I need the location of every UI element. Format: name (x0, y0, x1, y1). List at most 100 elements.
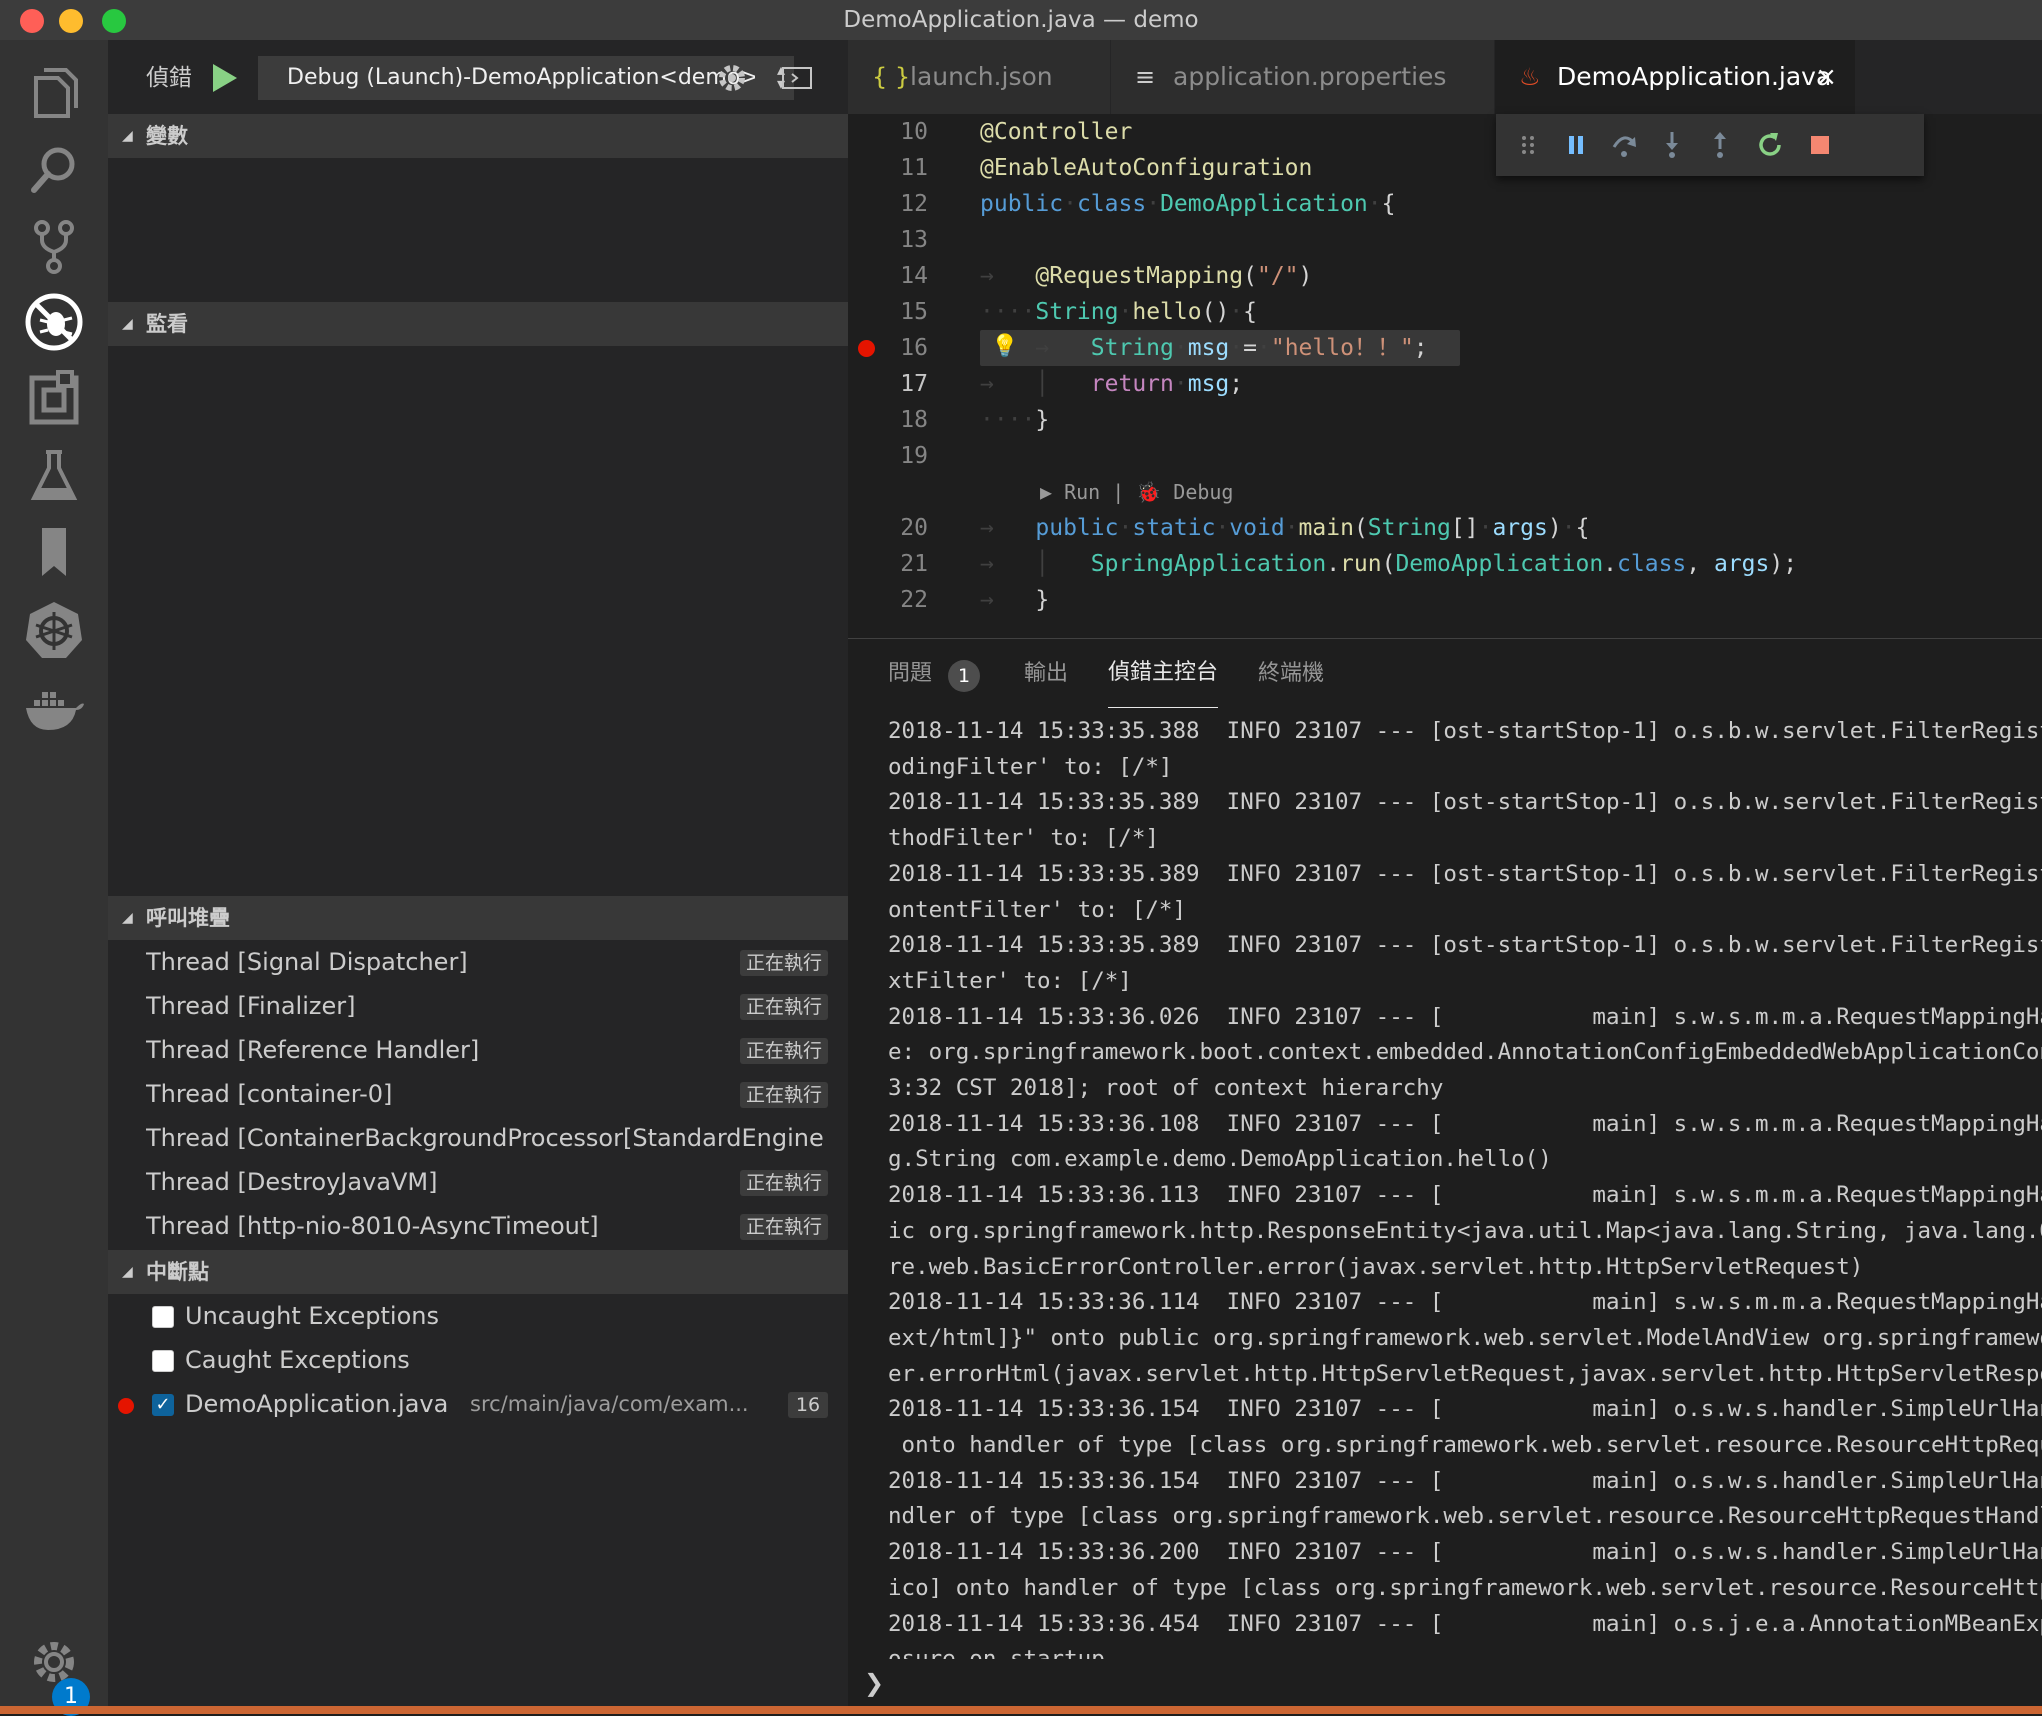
code-text: ····} (980, 407, 1050, 433)
code-editor[interactable]: 10 @Controller 11 @EnableAutoConfigurati… (848, 114, 2042, 638)
thread-row[interactable]: Thread [Reference Handler] 正在執行 (108, 1028, 848, 1072)
run-debug-codelens[interactable]: ▶ Run | 🐞 Debug (1040, 474, 1233, 510)
console-log-line: ico] onto handler of type [class org.spr… (888, 1574, 2042, 1601)
tab-terminal[interactable]: 終端機 (1258, 639, 1324, 709)
thread-status-badge: 正在執行 (739, 1214, 828, 1240)
console-log-line: e: org.springframework.boot.context.embe… (888, 1039, 2042, 1066)
code-text: → │ return·msg; (980, 371, 1244, 397)
source-control-icon[interactable] (22, 214, 86, 278)
callstack-section-title: 呼叫堆疊 (146, 906, 230, 930)
line-number: 10 (900, 119, 928, 145)
code-line: 21 → │ SpringApplication.run(DemoApplica… (848, 546, 2042, 582)
line-number: 20 (900, 515, 928, 541)
tab-output[interactable]: 輸出 (1024, 639, 1068, 709)
code-text: → String·msg·=·"hello！！"; (980, 335, 1428, 361)
code-line-breakpoint: 16 💡 → String·msg·=·"hello！！"; (848, 330, 2042, 366)
tab-label: DemoApplication.java (1557, 62, 1832, 91)
kubernetes-icon[interactable] (22, 598, 86, 662)
breakpoint-row-caught-exceptions[interactable]: Caught Exceptions (108, 1338, 848, 1382)
watch-section-title: 監看 (146, 312, 188, 336)
code-line: 13 (848, 222, 2042, 258)
console-log-line: onto handler of type [class org.springfr… (901, 1432, 2042, 1458)
console-log-line: 2018-11-14 15:33:36.108 INFO 23107 --- [… (888, 1110, 2042, 1137)
line-number: 19 (900, 443, 928, 469)
thread-row[interactable]: Thread [http-nio-8010-AsyncTimeout] 正在執行 (108, 1204, 848, 1248)
docker-icon[interactable] (22, 676, 86, 740)
console-log-line: ext/html]}" onto public org.springframew… (888, 1324, 2042, 1351)
line-number: 22 (900, 587, 928, 613)
code-text: public·class·DemoApplication·{ (980, 191, 1396, 217)
console-log-line: re.web.BasicErrorController.error(javax.… (888, 1253, 1864, 1280)
panel-tab-bar: 問題 1 輸出 偵錯主控台 終端機 (848, 639, 2042, 709)
breakpoint-row-demoapplication[interactable]: ✓ DemoApplication.java src/main/java/com… (108, 1382, 848, 1426)
window-title: DemoApplication.java — demo (843, 7, 1199, 33)
thread-row[interactable]: Thread [ContainerBackgroundProcessor[Sta… (108, 1116, 848, 1160)
title-bar: DemoApplication.java — demo (0, 0, 2042, 41)
codelens-row: ▶ Run | 🐞 Debug (848, 474, 2042, 510)
demoapplication-breakpoint-checkbox[interactable]: ✓ (152, 1394, 174, 1416)
floating-debug-toolbar (1496, 114, 1924, 176)
console-log-line: 2018-11-14 15:33:36.454 INFO 23107 --- [… (888, 1610, 2042, 1637)
breakpoint-row-uncaught-exceptions[interactable]: Uncaught Exceptions (108, 1294, 848, 1338)
thread-status-badge: 正在執行 (739, 1038, 828, 1064)
drag-handle-icon[interactable] (1512, 129, 1544, 161)
files-icon[interactable] (22, 62, 86, 126)
tab-debug-console[interactable]: 偵錯主控台 (1108, 639, 1219, 708)
console-log-line: ndler of type [class org.springframework… (888, 1503, 2042, 1530)
debug-icon[interactable] (22, 290, 86, 354)
line-number: 21 (900, 551, 928, 577)
code-line: 12 public·class·DemoApplication·{ (848, 186, 2042, 222)
tab-launch-json[interactable]: { } launch.json (848, 40, 1111, 114)
breakpoint-line-badge: 16 (788, 1392, 828, 1418)
watch-section-header[interactable]: ◢ 監看 (108, 302, 848, 346)
start-debugging-button[interactable] (205, 60, 241, 96)
code-line: 19 (848, 438, 2042, 474)
bookmark-icon[interactable] (22, 520, 86, 584)
search-icon[interactable] (22, 138, 86, 202)
extensions-icon[interactable] (22, 368, 86, 432)
open-debug-console-button[interactable] (780, 62, 814, 94)
stop-button[interactable] (1804, 129, 1836, 161)
code-line: 14 → @RequestMapping("/") (848, 258, 2042, 294)
step-over-button[interactable] (1608, 129, 1640, 161)
variables-section-title: 變數 (146, 124, 188, 148)
tab-problems[interactable]: 問題 (888, 639, 932, 709)
close-tab-icon[interactable]: × (1815, 40, 1837, 114)
line-number: 13 (900, 227, 928, 253)
callstack-section-header[interactable]: ◢ 呼叫堆疊 (108, 896, 848, 940)
thread-row[interactable]: Thread [DestroyJavaVM] 正在執行 (108, 1160, 848, 1204)
thread-row[interactable]: Thread [Finalizer] 正在執行 (108, 984, 848, 1028)
step-out-button[interactable] (1704, 129, 1736, 161)
code-line: 20 → public·static·void·main(String[]·ar… (848, 510, 2042, 546)
console-log-line: xtFilter' to: [/*] (888, 967, 1132, 994)
tab-application-properties[interactable]: ≡ application.properties (1111, 40, 1495, 114)
test-flask-icon[interactable] (22, 444, 86, 508)
thread-row[interactable]: Thread [Signal Dispatcher] 正在執行 (108, 940, 848, 984)
restart-button[interactable] (1754, 129, 1786, 161)
problems-count-badge: 1 (948, 660, 980, 692)
repl-prompt-icon[interactable]: ❯ (864, 1669, 884, 1697)
step-into-button[interactable] (1656, 129, 1688, 161)
variables-section-header[interactable]: ◢ 變數 (108, 114, 848, 158)
breakpoints-section-header[interactable]: ◢ 中斷點 (108, 1250, 848, 1294)
console-log-line: 2018-11-14 15:33:35.389 INFO 23107 --- [… (888, 789, 2042, 816)
debug-console-output[interactable]: 2018-11-14 15:33:35.388 INFO 23107 --- [… (848, 707, 2042, 1659)
uncaught-exceptions-checkbox[interactable] (152, 1306, 174, 1328)
debug-settings-button[interactable] (714, 60, 750, 96)
line-number: 14 (900, 263, 928, 289)
thread-status-badge: 正在執行 (739, 994, 828, 1020)
activity-bar: 1 (0, 40, 108, 1716)
properties-lines-icon: ≡ (1135, 63, 1156, 91)
thread-row[interactable]: Thread [container-0] 正在執行 (108, 1072, 848, 1116)
console-log-line: 2018-11-14 15:33:36.154 INFO 23107 --- [… (888, 1396, 2042, 1423)
thread-name: Thread [ContainerBackgroundProcessor[Sta… (146, 1124, 824, 1152)
debug-view-title: 偵錯 (146, 65, 192, 91)
launch-config-value: Debug (Launch)-DemoApplication<demo> (287, 65, 755, 90)
line-number: 12 (900, 191, 928, 217)
tab-label: application.properties (1173, 62, 1447, 91)
tab-demoapplication-java[interactable]: ♨ DemoApplication.java × (1495, 40, 1856, 114)
pause-button[interactable] (1560, 129, 1592, 161)
code-line: 15 ····String·hello()·{ (848, 294, 2042, 330)
code-text: @Controller (980, 119, 1133, 145)
caught-exceptions-checkbox[interactable] (152, 1350, 174, 1372)
